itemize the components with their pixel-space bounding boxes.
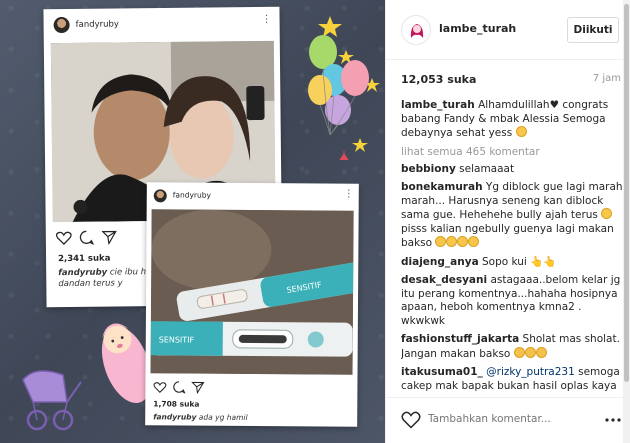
avatar: [53, 16, 70, 34]
comment-text-2: pisss kalian ngebully guenya lagi makan …: [401, 222, 614, 250]
post-media[interactable]: fandyruby ⋮ 2,341 suka fandyruby cie ibu…: [0, 0, 385, 443]
post-side-panel: lambe_turah Diikuti 12,053 suka 7 jam la…: [385, 0, 630, 443]
scrollbar[interactable]: [623, 0, 630, 443]
emoji-icon: [435, 236, 447, 247]
more-icon: ⋮: [343, 188, 353, 200]
list-item: diajeng_anya Sopo kui 👆👆: [401, 256, 623, 270]
add-comment-input[interactable]: [428, 408, 588, 430]
card1-username: fandyruby: [75, 19, 119, 30]
comment-mention[interactable]: @rizky_putra231: [486, 366, 575, 378]
account-username[interactable]: lambe_turah: [439, 22, 516, 35]
share-icon: [101, 230, 117, 245]
following-button[interactable]: Diikuti: [567, 17, 619, 43]
card1-likes: 2,341 suka: [58, 253, 111, 265]
comment-username[interactable]: diajeng_anya: [401, 256, 479, 268]
scrollbar-thumb[interactable]: [624, 4, 629, 382]
avatar: [153, 189, 167, 203]
comment-bar: [386, 397, 630, 443]
card2-caption-text: ada yg hamil: [198, 412, 248, 422]
card2-username: fandyruby: [172, 190, 212, 200]
emoji-icon: [515, 126, 527, 137]
comment-username[interactable]: itakusuma01_: [401, 366, 483, 378]
list-item: bonekamurah Yg diblock gue lagi marah ma…: [401, 181, 623, 251]
account-avatar[interactable]: [401, 15, 431, 45]
emoji-icon: [457, 236, 469, 247]
baby-stroller-decoration: [22, 323, 152, 431]
laughing-emoji-icon: [513, 346, 525, 358]
card2-caption-user: fandyruby: [153, 412, 197, 422]
list-item: desak_desyani astagaaa..belom kelar jg i…: [401, 274, 623, 328]
comment-username[interactable]: fashionstuff_jakarta: [401, 333, 519, 345]
laughing-emoji-icon: [524, 346, 536, 358]
likes-count[interactable]: 12,053 suka: [401, 73, 476, 86]
comment-username[interactable]: bebbiony: [401, 163, 456, 175]
card1-caption-user: fandyruby: [58, 267, 108, 279]
more-options-icon[interactable]: [604, 413, 622, 427]
more-icon: ⋮: [261, 13, 271, 25]
card2-likes: 1,708 suka: [153, 399, 200, 409]
emoji-icon: [446, 236, 458, 247]
comment-text: selamaaat: [459, 162, 515, 175]
heart-icon: [55, 231, 72, 245]
comment-icon: [79, 230, 94, 245]
balloons-decoration: [308, 16, 380, 160]
like-heart-icon[interactable]: [401, 411, 421, 429]
heart-icon: [153, 382, 167, 393]
card2-caption: fandyruby ada yg hamil: [153, 411, 343, 423]
pregnancy-test-photo: SENSITIF SENSITIF: [150, 209, 354, 375]
comment-username[interactable]: lambe_turah: [401, 99, 475, 111]
view-all-comments-link[interactable]: lihat semua 465 komentar: [401, 146, 623, 158]
caption-comment: lambe_turah Alhamdulillah♥ congrats baba…: [401, 99, 623, 141]
comment-text: Sopo kui: [482, 255, 527, 268]
emoji-icon: [601, 208, 613, 219]
post-header: lambe_turah Diikuti: [386, 0, 630, 60]
list-item: itakusuma01_ @rizky_putra231 semoga cake…: [401, 366, 623, 393]
list-item: fashionstuff_jakarta Sholat mas sholat. …: [401, 333, 623, 361]
post-age[interactable]: 7 jam: [593, 73, 621, 84]
comments-list: lambe_turah Alhamdulillah♥ congrats baba…: [401, 99, 623, 397]
share-icon: [191, 381, 205, 394]
comment-username[interactable]: bonekamurah: [401, 181, 483, 193]
pointing-hand-icon: 👆👆: [530, 255, 557, 268]
instagram-post-card-2: fandyruby ⋮ SENSITIF SENSITIF 1,708 suka…: [145, 182, 359, 427]
comment-icon: [173, 381, 186, 394]
laughing-emoji-icon: [535, 346, 547, 358]
likes-row: 12,053 suka 7 jam: [401, 73, 621, 89]
list-item: bebbiony selamaaat: [401, 163, 623, 177]
test-brand-text-bottom: SENSITIF: [159, 335, 195, 344]
comment-username[interactable]: desak_desyani: [401, 274, 487, 286]
emoji-icon: [468, 236, 480, 247]
